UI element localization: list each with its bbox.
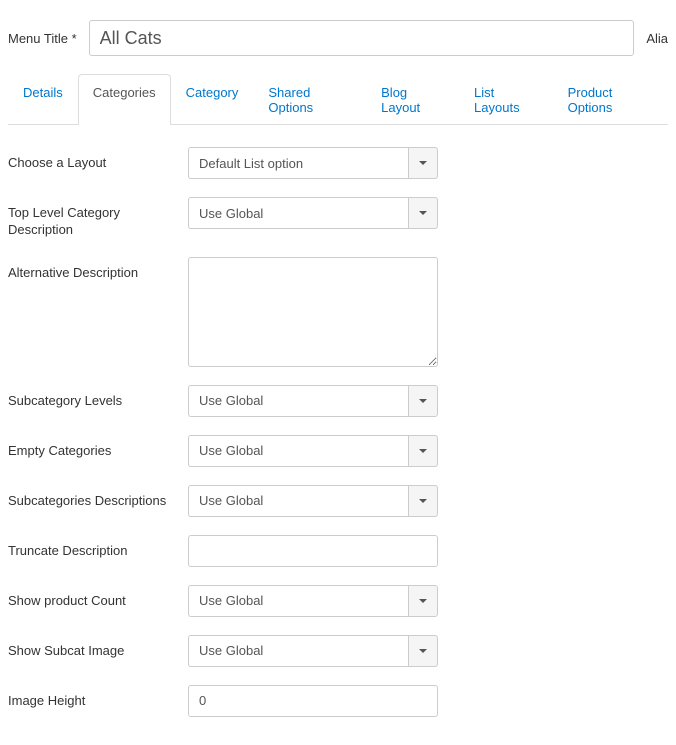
field-top-level-desc: Top Level Category Description [8, 197, 668, 239]
menu-title-label: Menu Title * [8, 31, 77, 46]
field-show-subcat-image: Show Subcat Image [8, 635, 668, 667]
chevron-down-icon [419, 649, 427, 653]
chevron-down-icon [419, 449, 427, 453]
show-subcat-image-label: Show Subcat Image [8, 635, 188, 660]
tab-categories[interactable]: Categories [78, 74, 171, 125]
field-truncate-desc: Truncate Description [8, 535, 668, 567]
chevron-down-icon [419, 211, 427, 215]
show-product-count-toggle[interactable] [408, 585, 438, 617]
show-subcat-image-toggle[interactable] [408, 635, 438, 667]
top-level-desc-label: Top Level Category Description [8, 197, 188, 239]
chevron-down-icon [419, 161, 427, 165]
top-level-desc-select[interactable] [188, 197, 438, 229]
tab-product-options[interactable]: Product Options [553, 74, 668, 125]
subcat-descriptions-label: Subcategories Descriptions [8, 485, 188, 510]
subcat-levels-value[interactable] [188, 385, 408, 417]
subcat-descriptions-select[interactable] [188, 485, 438, 517]
field-alt-desc: Alternative Description [8, 257, 668, 367]
choose-layout-value[interactable] [188, 147, 408, 179]
field-empty-categories: Empty Categories [8, 435, 668, 467]
tab-shared-options[interactable]: Shared Options [253, 74, 366, 125]
menu-title-input[interactable] [89, 20, 635, 56]
alias-label: Alia [646, 31, 668, 46]
empty-categories-select[interactable] [188, 435, 438, 467]
field-show-product-count: Show product Count [8, 585, 668, 617]
image-height-label: Image Height [8, 685, 188, 710]
field-choose-layout: Choose a Layout [8, 147, 668, 179]
chevron-down-icon [419, 499, 427, 503]
empty-categories-toggle[interactable] [408, 435, 438, 467]
truncate-desc-input[interactable] [188, 535, 438, 567]
alt-desc-label: Alternative Description [8, 257, 188, 282]
chevron-down-icon [419, 599, 427, 603]
show-subcat-image-value[interactable] [188, 635, 408, 667]
subcat-levels-toggle[interactable] [408, 385, 438, 417]
truncate-desc-label: Truncate Description [8, 535, 188, 560]
show-product-count-select[interactable] [188, 585, 438, 617]
top-level-desc-toggle[interactable] [408, 197, 438, 229]
empty-categories-label: Empty Categories [8, 435, 188, 460]
empty-categories-value[interactable] [188, 435, 408, 467]
top-level-desc-value[interactable] [188, 197, 408, 229]
show-product-count-value[interactable] [188, 585, 408, 617]
subcat-levels-label: Subcategory Levels [8, 385, 188, 410]
choose-layout-select[interactable] [188, 147, 438, 179]
choose-layout-toggle[interactable] [408, 147, 438, 179]
subcat-descriptions-value[interactable] [188, 485, 408, 517]
tab-blog-layout[interactable]: Blog Layout [366, 74, 459, 125]
field-subcat-descriptions: Subcategories Descriptions [8, 485, 668, 517]
alt-desc-textarea[interactable] [188, 257, 438, 367]
image-height-input[interactable] [188, 685, 438, 717]
subcat-descriptions-toggle[interactable] [408, 485, 438, 517]
title-row: Menu Title * Alia [8, 20, 668, 56]
chevron-down-icon [419, 399, 427, 403]
show-subcat-image-select[interactable] [188, 635, 438, 667]
tab-list-layouts[interactable]: List Layouts [459, 74, 553, 125]
tabs: Details Categories Category Shared Optio… [8, 74, 668, 125]
field-image-height: Image Height [8, 685, 668, 717]
subcat-levels-select[interactable] [188, 385, 438, 417]
show-product-count-label: Show product Count [8, 585, 188, 610]
tab-category[interactable]: Category [171, 74, 254, 125]
field-subcat-levels: Subcategory Levels [8, 385, 668, 417]
tab-details[interactable]: Details [8, 74, 78, 125]
choose-layout-label: Choose a Layout [8, 147, 188, 172]
